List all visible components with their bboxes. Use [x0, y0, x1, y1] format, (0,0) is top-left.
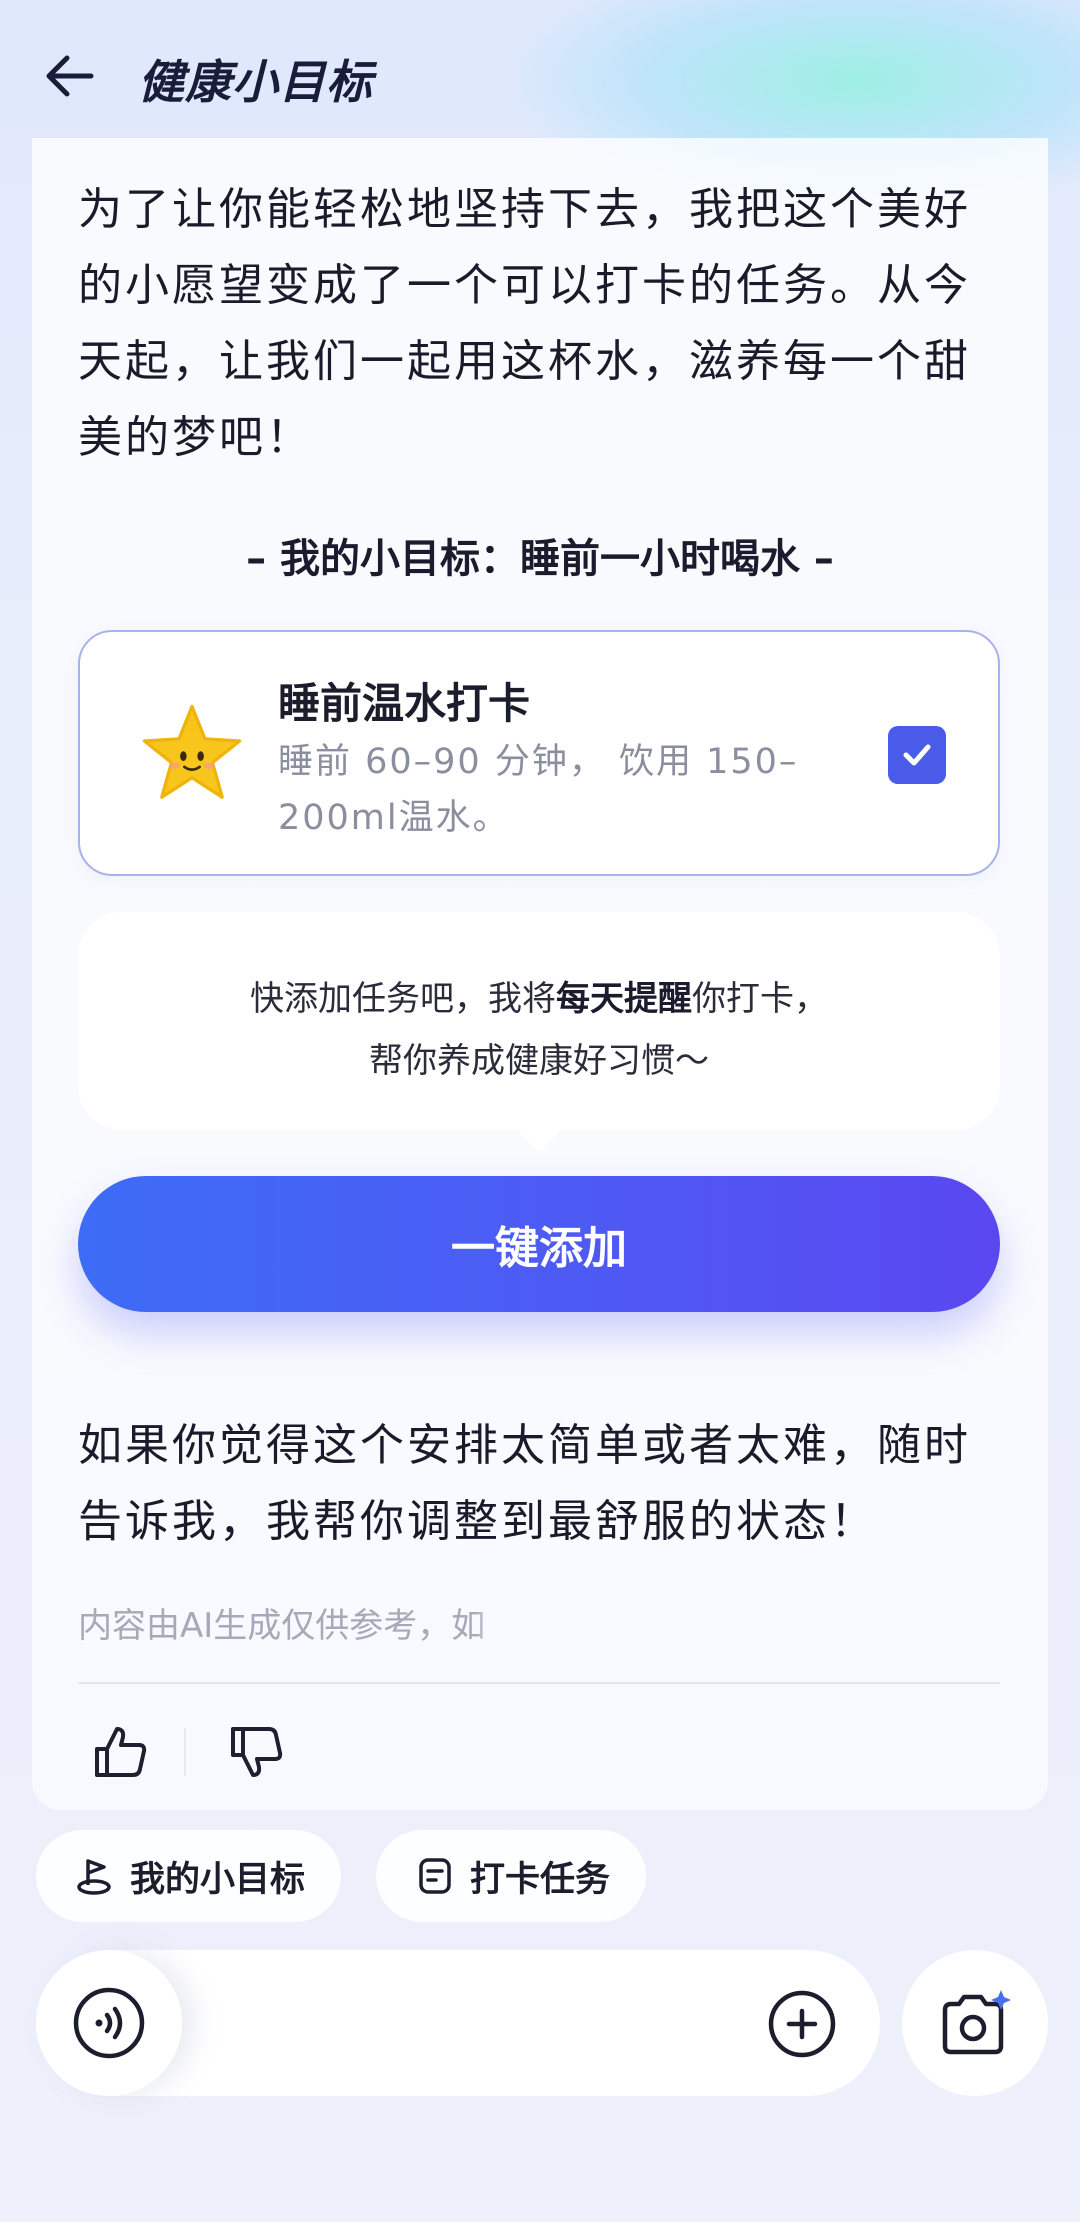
star-mascot-icon: [142, 704, 242, 799]
plus-circle-icon: [768, 1990, 836, 2058]
task-title: 睡前温水打卡: [278, 679, 531, 728]
thumbs-up-icon: [95, 1727, 147, 1777]
chip-checkin-tasks-label: 打卡任务: [470, 1859, 611, 1900]
reminder-line-1: 快添加任务吧，我将每天提醒你打卡，: [250, 979, 828, 1019]
like-button[interactable]: [88, 1720, 152, 1784]
checkmark-icon: [903, 744, 931, 766]
goal-flag-icon: [77, 1859, 111, 1895]
thumbs-down-icon: [231, 1727, 283, 1777]
reminder-bubble: 快添加任务吧，我将每天提醒你打卡， 帮你养成健康好习惯～: [78, 912, 1000, 1130]
task-description: 睡前 60–90 分钟， 饮用 150–200ml温水。: [278, 742, 799, 838]
chip-my-goals-label: 我的小目标: [130, 1859, 306, 1900]
divider: [78, 1682, 1000, 1684]
camera-button[interactable]: [902, 1950, 1048, 2096]
feedback-separator: [184, 1728, 186, 1776]
back-button[interactable]: [38, 45, 100, 107]
arrow-left-icon: [46, 55, 94, 97]
page-title: 健康小目标: [138, 55, 373, 109]
voice-input-button[interactable]: [36, 1950, 182, 2096]
checkin-task-icon: [419, 1858, 451, 1894]
reminder-line-2: 帮你养成健康好习惯～: [369, 1041, 709, 1081]
goal-heading: – 我的小目标：睡前一小时喝水 –: [246, 536, 834, 582]
reminder-bold-text: 每天提醒: [556, 979, 692, 1019]
intro-text: 为了让你能轻松地坚持下去，我把这个美好的小愿望变成了一个可以打卡的任务。从今天起…: [78, 184, 971, 463]
ai-disclaimer: 内容由AI生成仅供参考，如: [78, 1598, 718, 1650]
camera-sparkle-icon: [942, 1990, 1011, 2055]
header: 健康小目标: [0, 0, 1080, 150]
outro-text: 如果你觉得这个安排太简单或者太难，随时告诉我，我帮你调整到最舒服的状态！: [78, 1420, 971, 1547]
task-checkbox[interactable]: [888, 726, 946, 784]
task-card[interactable]: 睡前温水打卡 睡前 60–90 分钟， 饮用 150–200ml温水。: [78, 630, 1000, 876]
chip-checkin-tasks[interactable]: 打卡任务: [376, 1830, 647, 1922]
add-attachment-button[interactable]: [766, 1988, 838, 2060]
disclaimer-fade: [478, 1598, 718, 1650]
chip-my-goals[interactable]: 我的小目标: [36, 1830, 342, 1922]
add-task-button[interactable]: 一键添加: [78, 1176, 1000, 1312]
voice-wave-icon: [73, 1987, 145, 2059]
dislike-button[interactable]: [224, 1720, 288, 1784]
